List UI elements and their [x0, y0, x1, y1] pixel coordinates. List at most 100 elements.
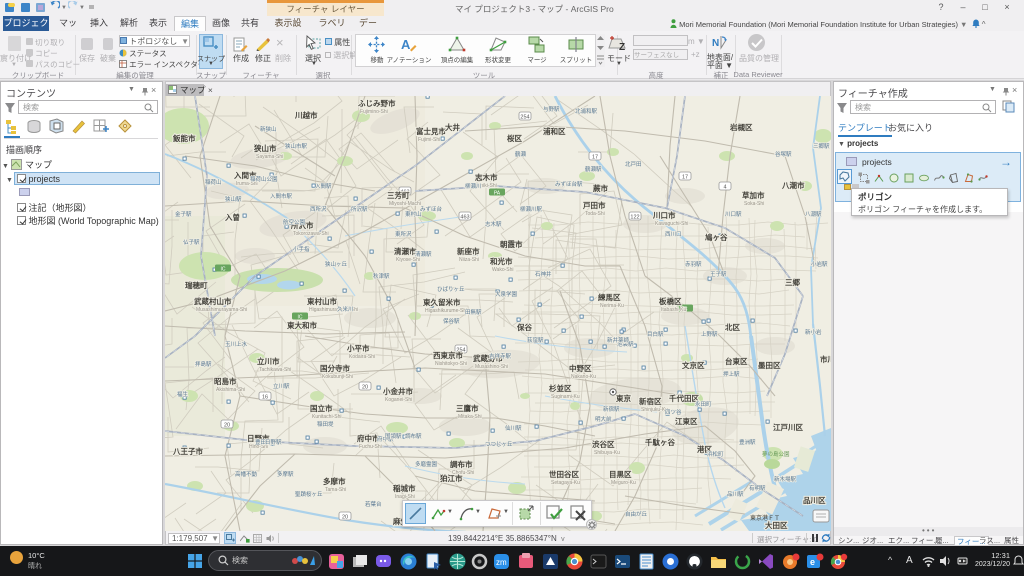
svg-text:20: 20	[362, 384, 368, 390]
svg-text:Wako-Shi: Wako-Shi	[492, 267, 514, 273]
svg-text:Kodaira-Shi: Kodaira-Shi	[349, 354, 375, 360]
svg-text:調布駅: 調布駅	[405, 432, 422, 440]
svg-text:江戸川区: 江戸川区	[773, 422, 803, 432]
svg-text:四ツ谷: 四ツ谷	[665, 408, 682, 416]
svg-text:122: 122	[630, 214, 639, 220]
svg-text:北浦和駅: 北浦和駅	[575, 107, 598, 115]
svg-text:千駄ヶ谷: 千駄ヶ谷	[645, 437, 675, 447]
svg-text:金子駅: 金子駅	[175, 210, 192, 218]
svg-text:杉並区: 杉並区	[549, 383, 572, 393]
svg-text:飯能市: 飯能市	[172, 133, 196, 143]
svg-text:新宿駅: 新宿駅	[603, 405, 620, 413]
svg-text:八潮駅: 八潮駅	[805, 210, 822, 218]
svg-text:Higashikurume-Shi: Higashikurume-Shi	[425, 308, 467, 314]
svg-text:保谷: 保谷	[516, 322, 532, 332]
svg-text:玉川上水: 玉川上水	[225, 340, 248, 348]
svg-text:e: e	[810, 557, 815, 567]
svg-text:Nerima-Ku: Nerima-Ku	[600, 303, 624, 309]
svg-text:Setagaya-Ku: Setagaya-Ku	[551, 480, 580, 486]
svg-text:Fuchu-Shi: Fuchu-Shi	[359, 444, 382, 450]
svg-text:西所沢: 西所沢	[310, 205, 327, 213]
svg-text:若葉台: 若葉台	[365, 500, 382, 508]
svg-text:Fujimino-Shi: Fujimino-Shi	[360, 109, 388, 115]
svg-text:稲城市: 稲城市	[393, 483, 416, 493]
svg-text:仙川駅: 仙川駅	[505, 424, 522, 432]
svg-text:福生: 福生	[177, 390, 189, 398]
svg-text:Soka-Shi: Soka-Shi	[744, 201, 764, 207]
svg-text:航空公園: 航空公園	[283, 218, 306, 226]
svg-text:川口駅: 川口駅	[725, 211, 742, 218]
svg-text:狭山市駅: 狭山市駅	[285, 142, 308, 150]
svg-text:武蔵村山市: 武蔵村山市	[194, 296, 232, 306]
svg-text:4: 4	[723, 184, 726, 190]
svg-text:20: 20	[342, 514, 348, 520]
svg-text:みずほ台: みずほ台	[420, 205, 443, 213]
svg-text:立川駅: 立川駅	[273, 382, 290, 390]
svg-text:東村山市: 東村山市	[307, 296, 337, 306]
svg-text:つつじヶ丘: つつじヶ丘	[485, 441, 513, 448]
svg-text:明大前: 明大前	[595, 415, 612, 423]
svg-text:大泉学園: 大泉学園	[495, 290, 518, 298]
svg-text:八潮市: 八潮市	[781, 180, 805, 190]
svg-text:文京区: 文京区	[682, 360, 705, 370]
svg-text:鳩ヶ谷: 鳩ヶ谷	[705, 232, 728, 242]
svg-text:稲田堤: 稲田堤	[317, 420, 334, 428]
svg-text:江東区: 江東区	[675, 416, 698, 426]
svg-text:仏子駅: 仏子駅	[183, 239, 200, 246]
svg-text:品川駅: 品川駅	[727, 491, 744, 498]
svg-text:三芳町: 三芳町	[387, 190, 410, 200]
svg-text:入間駅: 入間駅	[315, 183, 332, 190]
svg-text:台東区: 台東区	[725, 356, 748, 366]
svg-text:墨田区: 墨田区	[758, 360, 781, 370]
svg-text:三鷹市: 三鷹市	[456, 403, 479, 413]
svg-text:調布市: 調布市	[450, 459, 473, 469]
svg-text:Itabashi-Ku: Itabashi-Ku	[661, 307, 687, 313]
svg-text:多磨霊園: 多磨霊園	[415, 460, 438, 468]
svg-text:世田谷区: 世田谷区	[549, 469, 579, 479]
svg-text:東大和市: 東大和市	[287, 320, 317, 330]
svg-text:IC: IC	[221, 266, 226, 272]
svg-text:ひばりヶ丘: ひばりヶ丘	[437, 285, 465, 293]
svg-text:Toda-Shi: Toda-Shi	[585, 211, 605, 217]
svg-text:北戸田: 北戸田	[625, 160, 642, 168]
svg-text:大井: 大井	[445, 122, 460, 132]
svg-text:狛江市: 狛江市	[439, 473, 463, 483]
svg-text:東京: 東京	[616, 393, 631, 403]
svg-text:浜松町: 浜松町	[707, 450, 724, 458]
svg-text:川口市: 川口市	[652, 210, 676, 220]
svg-text:Sayama-Shi: Sayama-Shi	[256, 154, 283, 160]
svg-text:荻窪駅: 荻窪駅	[527, 336, 544, 344]
svg-text:新狭山: 新狭山	[260, 125, 277, 133]
svg-text:柳瀬川駅: 柳瀬川駅	[520, 205, 543, 213]
svg-text:秋津駅: 秋津駅	[373, 272, 390, 280]
svg-text:東京港ＦＴ: 東京港ＦＴ	[750, 514, 780, 522]
svg-text:清瀬駅: 清瀬駅	[415, 250, 432, 258]
svg-text:Musashimurayama-Shi: Musashimurayama-Shi	[196, 307, 247, 313]
svg-text:小金井市: 小金井市	[383, 386, 413, 396]
svg-text:鶴瀬駅: 鶴瀬駅	[585, 165, 602, 173]
svg-text:夢の島公園: 夢の島公園	[762, 450, 790, 458]
svg-text:有明駅: 有明駅	[749, 484, 766, 492]
svg-text:zm: zm	[496, 558, 507, 567]
svg-text:A: A	[401, 37, 411, 52]
svg-text:与野駅: 与野駅	[543, 105, 560, 113]
svg-text:新木場駅: 新木場駅	[774, 475, 797, 483]
svg-text:所沢駅: 所沢駅	[351, 205, 368, 213]
svg-text:赤羽駅: 赤羽駅	[685, 260, 702, 268]
svg-text:狭山駅: 狭山駅	[225, 195, 242, 203]
svg-text:狭山市: 狭山市	[253, 143, 277, 153]
svg-text:石神井: 石神井	[535, 270, 552, 278]
svg-text:新宿区: 新宿区	[639, 396, 662, 406]
svg-text:新座市: 新座市	[457, 246, 480, 256]
svg-text:拝島駅: 拝島駅	[195, 360, 212, 368]
svg-text:品川区: 品川区	[803, 496, 826, 505]
svg-text:国領駅: 国領駅	[385, 432, 402, 440]
svg-text:Musashino-Shi: Musashino-Shi	[475, 364, 508, 370]
svg-text:Fujimi-Shi: Fujimi-Shi	[418, 137, 440, 143]
svg-text:聖蹟桜ヶ丘: 聖蹟桜ヶ丘	[295, 490, 323, 498]
svg-text:Kawaguchi-Shi: Kawaguchi-Shi	[655, 221, 688, 227]
svg-text:16: 16	[262, 394, 268, 400]
svg-text:多摩市: 多摩市	[323, 476, 346, 486]
svg-text:板橋区: 板橋区	[659, 296, 682, 306]
svg-text:渋谷区: 渋谷区	[592, 439, 615, 449]
